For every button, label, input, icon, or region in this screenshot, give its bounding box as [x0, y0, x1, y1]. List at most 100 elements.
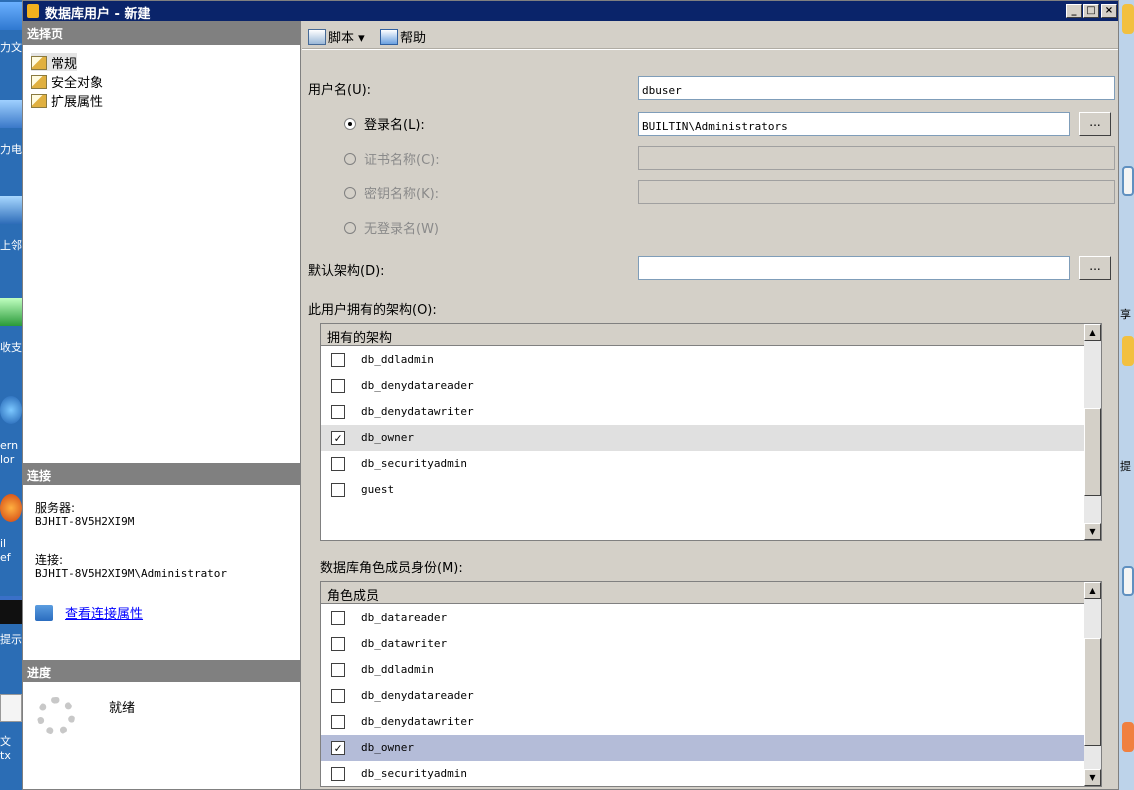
- default-schema-input[interactable]: [638, 256, 1070, 280]
- schema-checkbox[interactable]: [331, 379, 345, 393]
- schema-name: db_owner: [361, 431, 414, 444]
- login-name-browse-button[interactable]: ...: [1079, 112, 1111, 136]
- list-item[interactable]: db_securityadmin: [321, 451, 1101, 477]
- page-label: 常规: [51, 57, 78, 72]
- page-extended-properties[interactable]: 扩展属性: [31, 91, 104, 110]
- key-name-radio[interactable]: [344, 187, 356, 199]
- desktop-label: lor: [0, 453, 15, 466]
- schema-checkbox[interactable]: [331, 457, 345, 471]
- minimize-button[interactable]: _: [1066, 4, 1082, 18]
- connection-properties-icon: [35, 605, 53, 621]
- desktop-label: 力文: [0, 41, 22, 54]
- list-item[interactable]: db_ddladmin: [321, 657, 1101, 683]
- scroll-down-button[interactable]: ▼: [1084, 769, 1101, 786]
- scroll-thumb[interactable]: [1084, 408, 1101, 496]
- role-checkbox[interactable]: [331, 715, 345, 729]
- desktop-ie-icon[interactable]: [0, 396, 22, 424]
- list-item[interactable]: db_datawriter: [321, 631, 1101, 657]
- key-name-label: 密钥名称(K):: [364, 187, 440, 202]
- login-name-input[interactable]: [638, 112, 1070, 136]
- desktop-app-icon[interactable]: [1122, 166, 1134, 196]
- schema-name: db_denydatareader: [361, 379, 474, 392]
- default-schema-browse-button[interactable]: ...: [1079, 256, 1111, 280]
- without-login-radio[interactable]: [344, 222, 356, 234]
- role-checkbox[interactable]: [331, 663, 345, 677]
- desktop-orange-icon[interactable]: [1122, 722, 1134, 752]
- certificate-name-label: 证书名称(C):: [364, 153, 440, 168]
- desktop-folder-icon[interactable]: [0, 2, 22, 30]
- maximize-button[interactable]: □: [1083, 4, 1099, 18]
- scroll-up-button[interactable]: ▲: [1084, 582, 1101, 599]
- owned-schemas-scrollbar[interactable]: ▲ ▼: [1084, 324, 1101, 540]
- username-input[interactable]: [638, 76, 1115, 100]
- desktop-label: 提示: [0, 633, 22, 646]
- schema-checkbox[interactable]: ✓: [331, 431, 345, 445]
- desktop-cmd-icon[interactable]: [0, 596, 22, 624]
- list-item[interactable]: ✓ db_owner: [321, 735, 1101, 761]
- desktop-app-icon[interactable]: [1122, 566, 1134, 596]
- scroll-up-button[interactable]: ▲: [1084, 324, 1101, 341]
- desktop-recycle-icon[interactable]: [0, 298, 22, 326]
- schema-name: db_securityadmin: [361, 457, 467, 470]
- desktop-textfile-icon[interactable]: [0, 694, 22, 722]
- role-membership-label: 数据库角色成员身份(M):: [320, 561, 463, 576]
- list-item[interactable]: db_denydatareader: [321, 683, 1101, 709]
- list-item[interactable]: db_ddladmin: [321, 347, 1101, 373]
- schema-checkbox[interactable]: [331, 483, 345, 497]
- role-membership-scrollbar[interactable]: ▲ ▼: [1084, 582, 1101, 786]
- owned-schemas-label: 此用户拥有的架构(O):: [308, 303, 437, 318]
- list-item[interactable]: db_securityadmin: [321, 761, 1101, 786]
- help-button[interactable]: 帮助: [380, 27, 426, 46]
- desktop-label: 提: [1120, 460, 1131, 473]
- page-securables[interactable]: 安全对象: [31, 72, 103, 91]
- title-bar[interactable]: 数据库用户 - 新建 _ □ ×: [23, 1, 1118, 22]
- desktop-label: il: [0, 537, 7, 550]
- view-connection-properties-link[interactable]: 查看连接属性: [65, 607, 143, 622]
- owned-schemas-column-header[interactable]: 拥有的架构: [321, 324, 1101, 346]
- role-name: db_owner: [361, 741, 414, 754]
- page-label: 扩展属性: [51, 95, 104, 110]
- scroll-down-button[interactable]: ▼: [1084, 523, 1101, 540]
- list-item[interactable]: db_denydatawriter: [321, 399, 1101, 425]
- schema-name: guest: [361, 483, 395, 496]
- role-checkbox[interactable]: [331, 637, 345, 651]
- desktop-label: ef: [0, 551, 11, 564]
- role-checkbox[interactable]: [331, 767, 345, 781]
- view-connection-properties-row[interactable]: 查看连接属性: [35, 603, 143, 622]
- desktop-folder-icon[interactable]: [1122, 4, 1134, 34]
- list-item[interactable]: db_denydatawriter: [321, 709, 1101, 735]
- desktop-folder-icon[interactable]: [1122, 336, 1134, 366]
- role-checkbox[interactable]: [331, 689, 345, 703]
- desktop-label: ern: [0, 439, 19, 452]
- certificate-name-radio[interactable]: [344, 153, 356, 165]
- without-login-label: 无登录名(W): [364, 222, 439, 237]
- role-checkbox[interactable]: [331, 611, 345, 625]
- schema-checkbox[interactable]: [331, 353, 345, 367]
- list-item[interactable]: guest: [321, 477, 1101, 503]
- schema-name: db_ddladmin: [361, 353, 434, 366]
- login-name-radio[interactable]: [344, 118, 356, 130]
- role-checkbox[interactable]: ✓: [331, 741, 345, 755]
- server-label: 服务器:: [35, 501, 76, 515]
- schema-checkbox[interactable]: [331, 405, 345, 419]
- connection-header: 连接: [23, 463, 301, 485]
- page-general[interactable]: 常规: [31, 53, 78, 72]
- desktop-firefox-icon[interactable]: [0, 494, 22, 522]
- desktop-computer-icon[interactable]: [0, 100, 22, 128]
- desktop-network-icon[interactable]: [0, 196, 22, 224]
- properties-page-icon: [31, 56, 47, 70]
- role-membership-column-header[interactable]: 角色成员: [321, 582, 1101, 604]
- list-item[interactable]: ✓ db_owner: [321, 425, 1101, 451]
- role-name: db_denydatareader: [361, 689, 474, 702]
- new-database-user-dialog: 数据库用户 - 新建 _ □ × 选择页 常规 安全对象 扩展属性 连接 服务器…: [22, 0, 1119, 790]
- list-item[interactable]: db_datareader: [321, 605, 1101, 631]
- scroll-thumb[interactable]: [1084, 638, 1101, 746]
- script-button[interactable]: 脚本 ▾: [308, 27, 365, 46]
- desktop-label: 享: [1120, 308, 1131, 321]
- owned-schemas-list[interactable]: 拥有的架构 db_ddladmin db_denydatareader db_d…: [320, 323, 1102, 541]
- close-button[interactable]: ×: [1101, 4, 1117, 18]
- list-item[interactable]: db_denydatareader: [321, 373, 1101, 399]
- desktop-left-strip: 力文 力电 上邻 收支 ern lor il ef 提示 文 tx: [0, 0, 22, 790]
- role-membership-list[interactable]: 角色成员 db_datareader db_datawriter db_ddla…: [320, 581, 1102, 787]
- connection-value: BJHIT-8V5H2XI9M\Administrator: [35, 567, 228, 580]
